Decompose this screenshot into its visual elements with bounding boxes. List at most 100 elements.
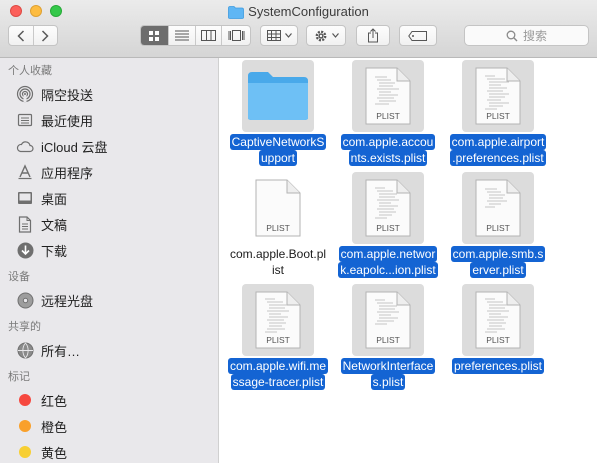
plist-file-icon: PLIST [475,67,521,125]
sidebar-item-label: 下载 [41,243,68,259]
file-item[interactable]: PLIST com.apple.Boot.pl ist [219,170,329,280]
file-name-line: .preferences.plist [450,150,546,166]
chevron-down-icon [331,33,339,38]
sidebar-item-label: 所有… [41,343,81,359]
plist-file-icon: PLIST [365,67,411,125]
sidebar-item-tag-orange[interactable]: 橙色 [0,413,218,439]
action-menu-button[interactable] [306,25,346,46]
airdrop-icon [16,85,34,103]
plist-file-icon: PLIST [365,291,411,349]
share-button[interactable] [356,25,390,46]
sidebar-item-airdrop[interactable]: 隔空投送 [0,81,218,107]
share-icon [368,28,378,43]
file-name-line: upport [258,150,298,166]
file-name-line: s.plist [370,374,406,390]
file-item[interactable]: PLIST preferences.plist [439,282,549,392]
plist-file-icon: PLIST [255,291,301,349]
search-icon [506,30,518,41]
edit-tags-button[interactable] [399,25,437,46]
file-name-line: NetworkInterface [340,358,436,374]
file-item[interactable]: PLIST com.apple.airport .preferences.pli… [439,58,549,168]
sidebar-item-network-all[interactable]: 所有… [0,337,218,363]
column-view-button[interactable] [196,26,223,45]
svg-text:PLIST: PLIST [376,111,400,121]
group-icon [266,30,281,41]
file-thumbnail: PLIST [462,172,534,244]
plist-file-icon: PLIST [255,179,301,237]
file-item[interactable]: PLIST com.apple.networ k.eapolc...ion.pl… [329,170,439,280]
plist-file-icon: PLIST [475,179,521,237]
sidebar-item-downloads[interactable]: 下载 [0,237,218,263]
file-item[interactable]: CaptiveNetworkS upport [219,58,329,168]
file-item[interactable]: PLIST com.apple.accou nts.exists.plist [329,58,439,168]
file-name: com.apple.networ k.eapolc...ion.plist [329,246,447,278]
file-item[interactable]: PLIST NetworkInterface s.plist [329,282,439,392]
sidebar-item-label: 应用程序 [41,165,94,181]
desktop-icon [16,189,34,207]
sidebar-item-tag-red[interactable]: 红色 [0,387,218,413]
sidebar-item-documents[interactable]: 文稿 [0,211,218,237]
icon-view-button[interactable] [141,26,169,45]
chevron-right-icon [42,29,49,42]
folder-icon [228,6,245,23]
forward-button[interactable] [34,26,58,45]
sidebar-item-label: 最近使用 [41,113,94,129]
file-name-line: k.eapolc...ion.plist [338,262,438,278]
file-name-line: com.apple.Boot.pl [229,247,327,261]
file-thumbnail: PLIST [352,172,424,244]
view-mode-control [140,25,251,46]
svg-text:PLIST: PLIST [486,335,510,345]
file-name-line: nts.exists.plist [348,150,428,166]
group-by-button[interactable] [260,25,298,46]
file-name-line: com.apple.accou [340,134,436,150]
file-thumbnail: PLIST [352,60,424,132]
sidebar-item-label: 远程光盘 [41,293,94,309]
documents-icon [16,215,34,233]
column-view-icon [200,30,216,41]
file-name: com.apple.Boot.pl ist [219,246,337,278]
sidebar-item-recents[interactable]: 最近使用 [0,107,218,133]
sidebar-item-remote-disc[interactable]: 远程光盘 [0,287,218,313]
file-item[interactable]: PLIST com.apple.smb.s erver.plist [439,170,549,280]
back-button[interactable] [9,26,34,45]
file-name-line: com.apple.smb.s [450,246,546,262]
window-title: SystemConfiguration [0,3,597,23]
plist-file-icon: PLIST [475,291,521,349]
file-name-line: preferences.plist [451,358,545,374]
list-view-icon [174,30,189,41]
sidebar-section-favorites: 个人收藏 [8,65,52,77]
plist-file-icon: PLIST [365,179,411,237]
file-item[interactable]: PLIST com.apple.wifi.me ssage-tracer.pli… [219,282,329,392]
file-thumbnail: PLIST [352,284,424,356]
file-thumbnail: PLIST [242,172,314,244]
file-name-line: CaptiveNetworkS [229,134,327,150]
gallery-view-button[interactable] [222,26,250,45]
sidebar-item-desktop[interactable]: 桌面 [0,185,218,211]
sidebar-item-applications[interactable]: 应用程序 [0,159,218,185]
file-name-line: com.apple.wifi.me [227,358,329,374]
sidebar-item-label: 橙色 [41,419,68,435]
svg-text:PLIST: PLIST [376,223,400,233]
gallery-view-icon [228,30,245,41]
file-name-line: com.apple.airport [449,134,547,150]
file-name-line: erver.plist [470,262,526,278]
svg-text:PLIST: PLIST [486,223,510,233]
folder-icon [248,72,308,120]
sidebar-item-icloud[interactable]: iCloud 云盘 [0,133,218,159]
svg-text:PLIST: PLIST [376,335,400,345]
sidebar-item-label: 隔空投送 [41,87,94,103]
sidebar-item-tag-yellow[interactable]: 黄色 [0,439,218,463]
orange-tag-dot-icon [16,417,34,435]
sidebar-item-label: 黄色 [41,445,68,461]
red-tag-dot-icon [16,391,34,409]
sidebar-item-label: 红色 [41,393,68,409]
window-title-text: SystemConfiguration [248,4,369,19]
file-name: com.apple.airport .preferences.plist [439,134,557,166]
remote-disc-icon [16,291,34,309]
svg-text:PLIST: PLIST [266,335,290,345]
chevron-down-icon [284,33,292,38]
list-view-button[interactable] [169,26,196,45]
gear-icon [315,30,326,41]
search-field[interactable]: 搜索 [464,25,589,46]
file-thumbnail: PLIST [242,284,314,356]
